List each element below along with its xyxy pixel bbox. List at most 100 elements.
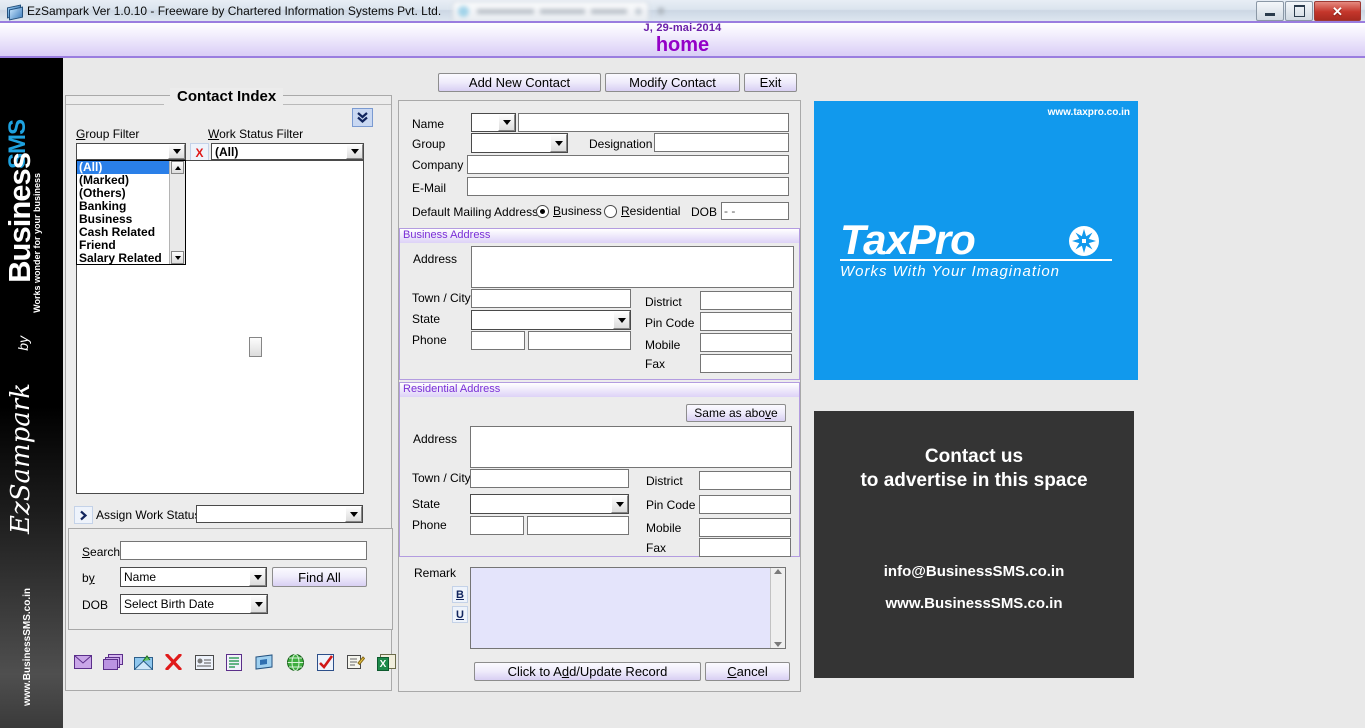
scroll-down-button[interactable] <box>171 251 184 264</box>
biz-town-input[interactable] <box>471 289 631 308</box>
maximize-button[interactable] <box>1285 1 1313 21</box>
search-input[interactable] <box>120 541 367 560</box>
brand-website-url: www.BusinessSMS.co.in <box>22 588 33 706</box>
biz-mobile-input[interactable] <box>700 333 792 352</box>
group-combo[interactable] <box>471 133 568 153</box>
email-input[interactable] <box>467 177 789 196</box>
work-status-filter-combo[interactable]: (All) <box>211 143 364 160</box>
taxpro-ad-banner[interactable]: www.taxpro.co.in TaxPro Works With Your … <box>814 101 1138 380</box>
work-status-filter-label: Work Status Filter <box>208 127 304 141</box>
group-dropdown-scrollbar[interactable] <box>169 161 262 357</box>
assign-work-status-dropdown-arrow[interactable] <box>345 506 362 522</box>
remark-scrollbar[interactable] <box>770 568 785 648</box>
res-state-dropdown-arrow[interactable] <box>611 495 628 513</box>
dob-search-combo[interactable]: Select Birth Date <box>120 594 268 614</box>
radio-residential[interactable]: Residential <box>604 204 680 218</box>
biz-phone-code-input[interactable] <box>471 331 525 350</box>
excel-export-icon[interactable]: X <box>376 652 397 672</box>
remark-scroll-down-icon[interactable] <box>774 642 782 647</box>
brand-by-text: by <box>15 336 31 351</box>
find-all-label: Find All <box>298 569 341 585</box>
remark-bold-button[interactable]: B <box>452 586 468 603</box>
biz-address-input[interactable] <box>471 246 794 288</box>
res-state-combo[interactable] <box>470 494 629 514</box>
dob-search-dropdown-arrow[interactable] <box>250 595 267 613</box>
notes-icon[interactable] <box>345 652 366 672</box>
open-mail-icon[interactable] <box>133 652 154 672</box>
exit-label: Exit <box>759 75 782 90</box>
work-status-filter-dropdown-arrow[interactable] <box>346 144 363 159</box>
res-phone-code-input[interactable] <box>470 516 524 535</box>
search-by-dropdown-arrow[interactable] <box>249 568 266 586</box>
designation-input[interactable] <box>654 133 789 152</box>
biz-state-dropdown-arrow[interactable] <box>613 311 630 329</box>
brand-tagline: Works wonder for your business <box>32 173 42 313</box>
brand-rail: SMS Business Works wonder for your busin… <box>0 58 63 728</box>
find-all-button[interactable]: Find All <box>272 567 367 587</box>
clear-filter-icon: X <box>195 145 204 160</box>
group-filter-combo[interactable] <box>76 143 186 160</box>
add-new-contact-button[interactable]: Add New Contact <box>438 73 601 92</box>
group-filter-dropdown-list[interactable]: (All) (Marked) (Others) Banking Business Cash… <box>76 160 262 357</box>
house-ad-website: www.BusinessSMS.co.in <box>885 595 1063 612</box>
caret-down-icon <box>174 255 181 260</box>
assign-work-status-button[interactable] <box>74 506 93 524</box>
group-filter-label: Group Filter <box>76 127 140 141</box>
save-record-button[interactable]: Click to Add/Update Record <box>474 662 701 681</box>
scroll-up-button[interactable] <box>171 161 184 174</box>
radio-business[interactable]: Business <box>536 204 602 218</box>
close-button[interactable]: ✕ <box>1314 1 1361 21</box>
biz-address-label: Address <box>413 252 458 266</box>
window-title: EzSampark Ver 1.0.10 - Freeware by Chart… <box>27 3 442 18</box>
checklist-icon[interactable] <box>315 652 336 672</box>
email-label: E-Mail <box>412 181 447 195</box>
same-as-above-button[interactable]: Same as above <box>686 404 786 422</box>
globe-icon[interactable] <box>285 652 306 672</box>
slideshow-icon[interactable] <box>254 652 275 672</box>
cancel-button[interactable]: Cancel <box>705 662 790 681</box>
biz-district-input[interactable] <box>700 291 792 310</box>
res-phone-input[interactable] <box>527 516 629 535</box>
business-card-icon[interactable] <box>193 652 214 672</box>
assign-work-status-combo[interactable] <box>196 505 363 523</box>
res-fax-input[interactable] <box>699 538 791 557</box>
minimize-button[interactable] <box>1256 1 1284 21</box>
exit-button[interactable]: Exit <box>744 73 797 92</box>
business-address-legend: Business Address <box>403 229 491 241</box>
delete-icon[interactable] <box>163 652 184 672</box>
group-dropdown-arrow[interactable] <box>550 134 567 152</box>
biz-phone-input[interactable] <box>528 331 631 350</box>
remark-textarea[interactable] <box>470 567 786 649</box>
res-district-input[interactable] <box>699 471 791 490</box>
name-input[interactable] <box>518 113 789 132</box>
house-ad-email: info@BusinessSMS.co.in <box>883 563 1065 580</box>
res-mobile-input[interactable] <box>699 518 791 537</box>
name-title-combo[interactable] <box>471 113 516 132</box>
group-option[interactable]: Salary Related <box>77 252 169 264</box>
send-email-icon[interactable] <box>72 652 93 672</box>
company-input[interactable] <box>467 155 789 174</box>
remark-underline-button[interactable]: U <box>452 606 468 623</box>
biz-state-combo[interactable] <box>471 310 631 330</box>
dob-form-input[interactable]: - - <box>721 202 789 220</box>
search-by-combo[interactable]: Name <box>120 567 267 587</box>
name-title-dropdown-arrow[interactable] <box>498 114 515 131</box>
res-pin-input[interactable] <box>699 495 791 514</box>
scroll-thumb[interactable] <box>249 337 262 357</box>
report-icon[interactable] <box>224 652 245 672</box>
bulk-email-icon[interactable] <box>102 652 124 672</box>
res-town-input[interactable] <box>470 469 629 488</box>
remark-scroll-up-icon[interactable] <box>774 569 782 574</box>
modify-contact-button[interactable]: Modify Contact <box>605 73 740 92</box>
biz-fax-input[interactable] <box>700 354 792 373</box>
same-as-above-label: Same as above <box>694 406 778 420</box>
biz-pin-input[interactable] <box>700 312 792 331</box>
res-pin-label: Pin Code <box>646 498 696 512</box>
house-ad-banner[interactable]: Contact us to advertise in this space in… <box>814 411 1134 678</box>
expand-index-button[interactable] <box>352 108 373 127</box>
group-filter-dropdown-arrow[interactable] <box>168 144 185 159</box>
chevron-right-icon <box>80 510 88 520</box>
app-header: J, 29-mai-2014 home <box>0 21 1365 58</box>
res-address-input[interactable] <box>470 426 792 468</box>
save-record-label: Click to Add/Update Record <box>507 664 668 679</box>
